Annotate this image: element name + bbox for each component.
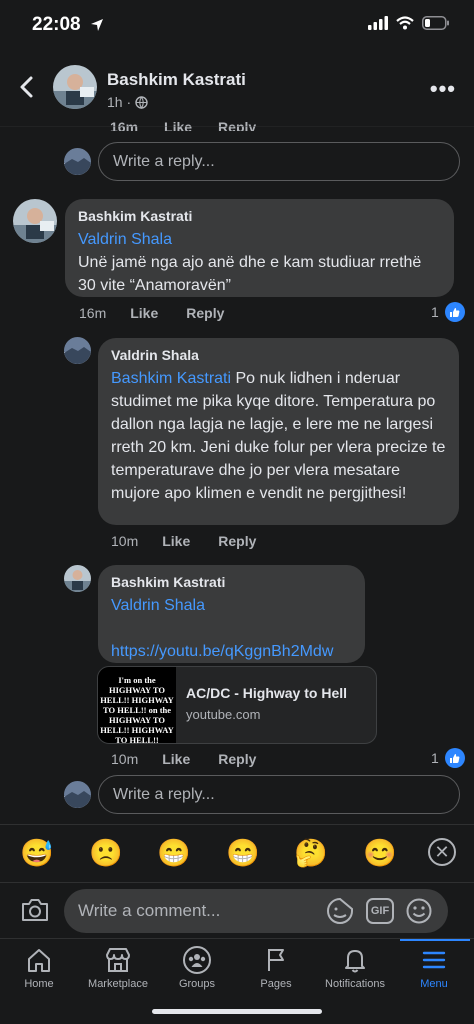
link-thumbnail: I'm on the HIGHWAY TO HELL!! HIGHWAY TO … [98,667,176,743]
groups-icon [183,946,211,974]
author-avatar[interactable] [53,65,97,109]
comment-body: Po nuk lidhen i nderuar studimet me pika… [111,370,446,502]
comment-actions: 10m Like Reply [111,533,256,549]
like-button[interactable]: Like [162,751,190,767]
reaction-number: 1 [431,750,439,766]
tab-label: Marketplace [88,978,148,990]
comment-bubble: Bashkim Kastrati Valdrin Shala Unë jamë … [65,199,454,297]
tab-label: Menu [420,978,448,990]
comment-body: Unë jamë nga ajo anë dhe e kam studiuar … [78,254,422,294]
emoji-grin[interactable]: 😁 [157,837,191,869]
comment-actions: 10m Like Reply [111,751,256,767]
reply-avatar[interactable] [64,337,91,364]
camera-icon[interactable] [20,897,50,923]
home-icon [28,949,50,972]
tab-notifications[interactable]: Notifications [310,945,400,990]
post-meta: 1h · [107,94,148,110]
comment-author[interactable]: Bashkim Kastrati [78,208,441,224]
reply-placeholder: Write a reply... [113,152,215,170]
pages-icon [268,949,284,971]
comment-placeholder: Write a comment... [78,901,221,920]
cutoff-like[interactable]: Like [164,119,192,131]
tab-menu[interactable]: Menu [389,945,474,990]
tab-home[interactable]: Home [0,945,84,990]
comment-bubble: Valdrin Shala Bashkim Kastrati Po nuk li… [98,338,459,525]
comment-author[interactable]: Bashkim Kastrati [111,574,352,590]
status-time: 22:08 [32,14,81,35]
comment-mention[interactable]: Valdrin Shala [111,597,205,614]
tab-label: Home [24,978,54,990]
more-options-icon[interactable]: ••• [430,76,456,102]
comment-text: Valdrin Shala https://youtu.be/qKggnBh2M… [111,594,352,663]
post-time: 1h · [107,94,132,110]
header-divider [0,126,474,127]
like-button[interactable]: Like [130,305,158,321]
reaction-count[interactable]: 1 [431,748,465,768]
status-icons [368,16,450,30]
signal-icon [368,16,388,30]
reply-input-bottom[interactable]: Write a reply... [98,775,460,814]
like-reaction-icon [444,748,465,768]
battery-icon [422,16,449,30]
tab-pages[interactable]: Pages [231,945,321,990]
comment-avatar[interactable] [64,565,91,592]
link-title: AC/DC - Highway to Hell [186,685,348,701]
reply-input-top[interactable]: Write a reply... [98,142,460,181]
gif-button[interactable]: GIF [366,898,394,924]
sticker-icon[interactable] [326,897,354,925]
globe-icon [135,95,148,109]
emoji-icon[interactable] [405,897,433,925]
like-reaction-icon [444,302,465,322]
emoji-thinking[interactable]: 🤔 [294,837,328,869]
cutoff-actions: 16m Like Reply [110,119,256,131]
comment-time: 10m [111,533,139,549]
comment-time: 10m [111,751,139,767]
marketplace-icon [106,948,130,972]
reaction-number: 1 [431,304,439,320]
reply-button[interactable]: Reply [218,533,256,549]
cutoff-time: 16m [110,119,139,131]
reply-button[interactable]: Reply [218,751,256,767]
emoji-grin-2[interactable]: 😁 [226,837,260,869]
close-icon[interactable]: ✕ [428,838,456,866]
comment-text: Valdrin Shala Unë jamë nga ajo anë dhe e… [78,228,441,297]
reaction-count[interactable]: 1 [431,302,465,322]
emoji-smile[interactable]: 😊 [363,837,397,869]
emoji-sweat-smile[interactable]: 😅 [20,837,54,869]
back-icon[interactable] [14,72,40,102]
comment-composer: Write a comment... GIF [0,882,474,938]
bell-icon [345,950,365,973]
tab-marketplace[interactable]: Marketplace [73,945,163,990]
author-name[interactable]: Bashkim Kastrati [107,70,246,90]
active-tab-indicator [400,939,470,941]
my-avatar [64,781,91,808]
location-arrow-icon [91,19,103,31]
tab-groups[interactable]: Groups [152,945,242,990]
emoji-frown[interactable]: 🙁 [89,837,123,869]
my-avatar [64,148,91,175]
comment-actions: 16m Like Reply [79,305,224,321]
comment-text: Bashkim Kastrati Po nuk lidhen i nderuar… [111,367,446,505]
comment-mention[interactable]: Valdrin Shala [78,231,172,248]
like-button[interactable]: Like [162,533,190,549]
comment-bubble: Bashkim Kastrati Valdrin Shala https://y… [98,565,365,663]
wifi-icon [396,16,414,30]
tab-label: Notifications [325,978,385,990]
comment-time: 16m [79,305,107,321]
link-preview-card[interactable]: I'm on the HIGHWAY TO HELL!! HIGHWAY TO … [97,666,377,744]
tab-label: Groups [178,978,216,990]
comment-author[interactable]: Valdrin Shala [111,347,446,363]
emoji-bar: 😅 🙁 😁 😁 🤔 😊 ✕ [0,824,474,880]
tab-label: Pages [260,978,292,990]
menu-icon [422,951,446,969]
reply-button[interactable]: Reply [186,305,224,321]
comment-mention[interactable]: Bashkim Kastrati [111,370,231,387]
link-domain: youtube.com [186,707,261,722]
reply-placeholder: Write a reply... [113,785,215,803]
youtube-link[interactable]: https://youtu.be/qKggnBh2Mdw [111,643,333,660]
link-info: AC/DC - Highway to Hell youtube.com [176,667,361,743]
home-indicator [152,1009,322,1014]
comment-avatar[interactable] [13,199,57,243]
cutoff-reply[interactable]: Reply [218,119,256,131]
